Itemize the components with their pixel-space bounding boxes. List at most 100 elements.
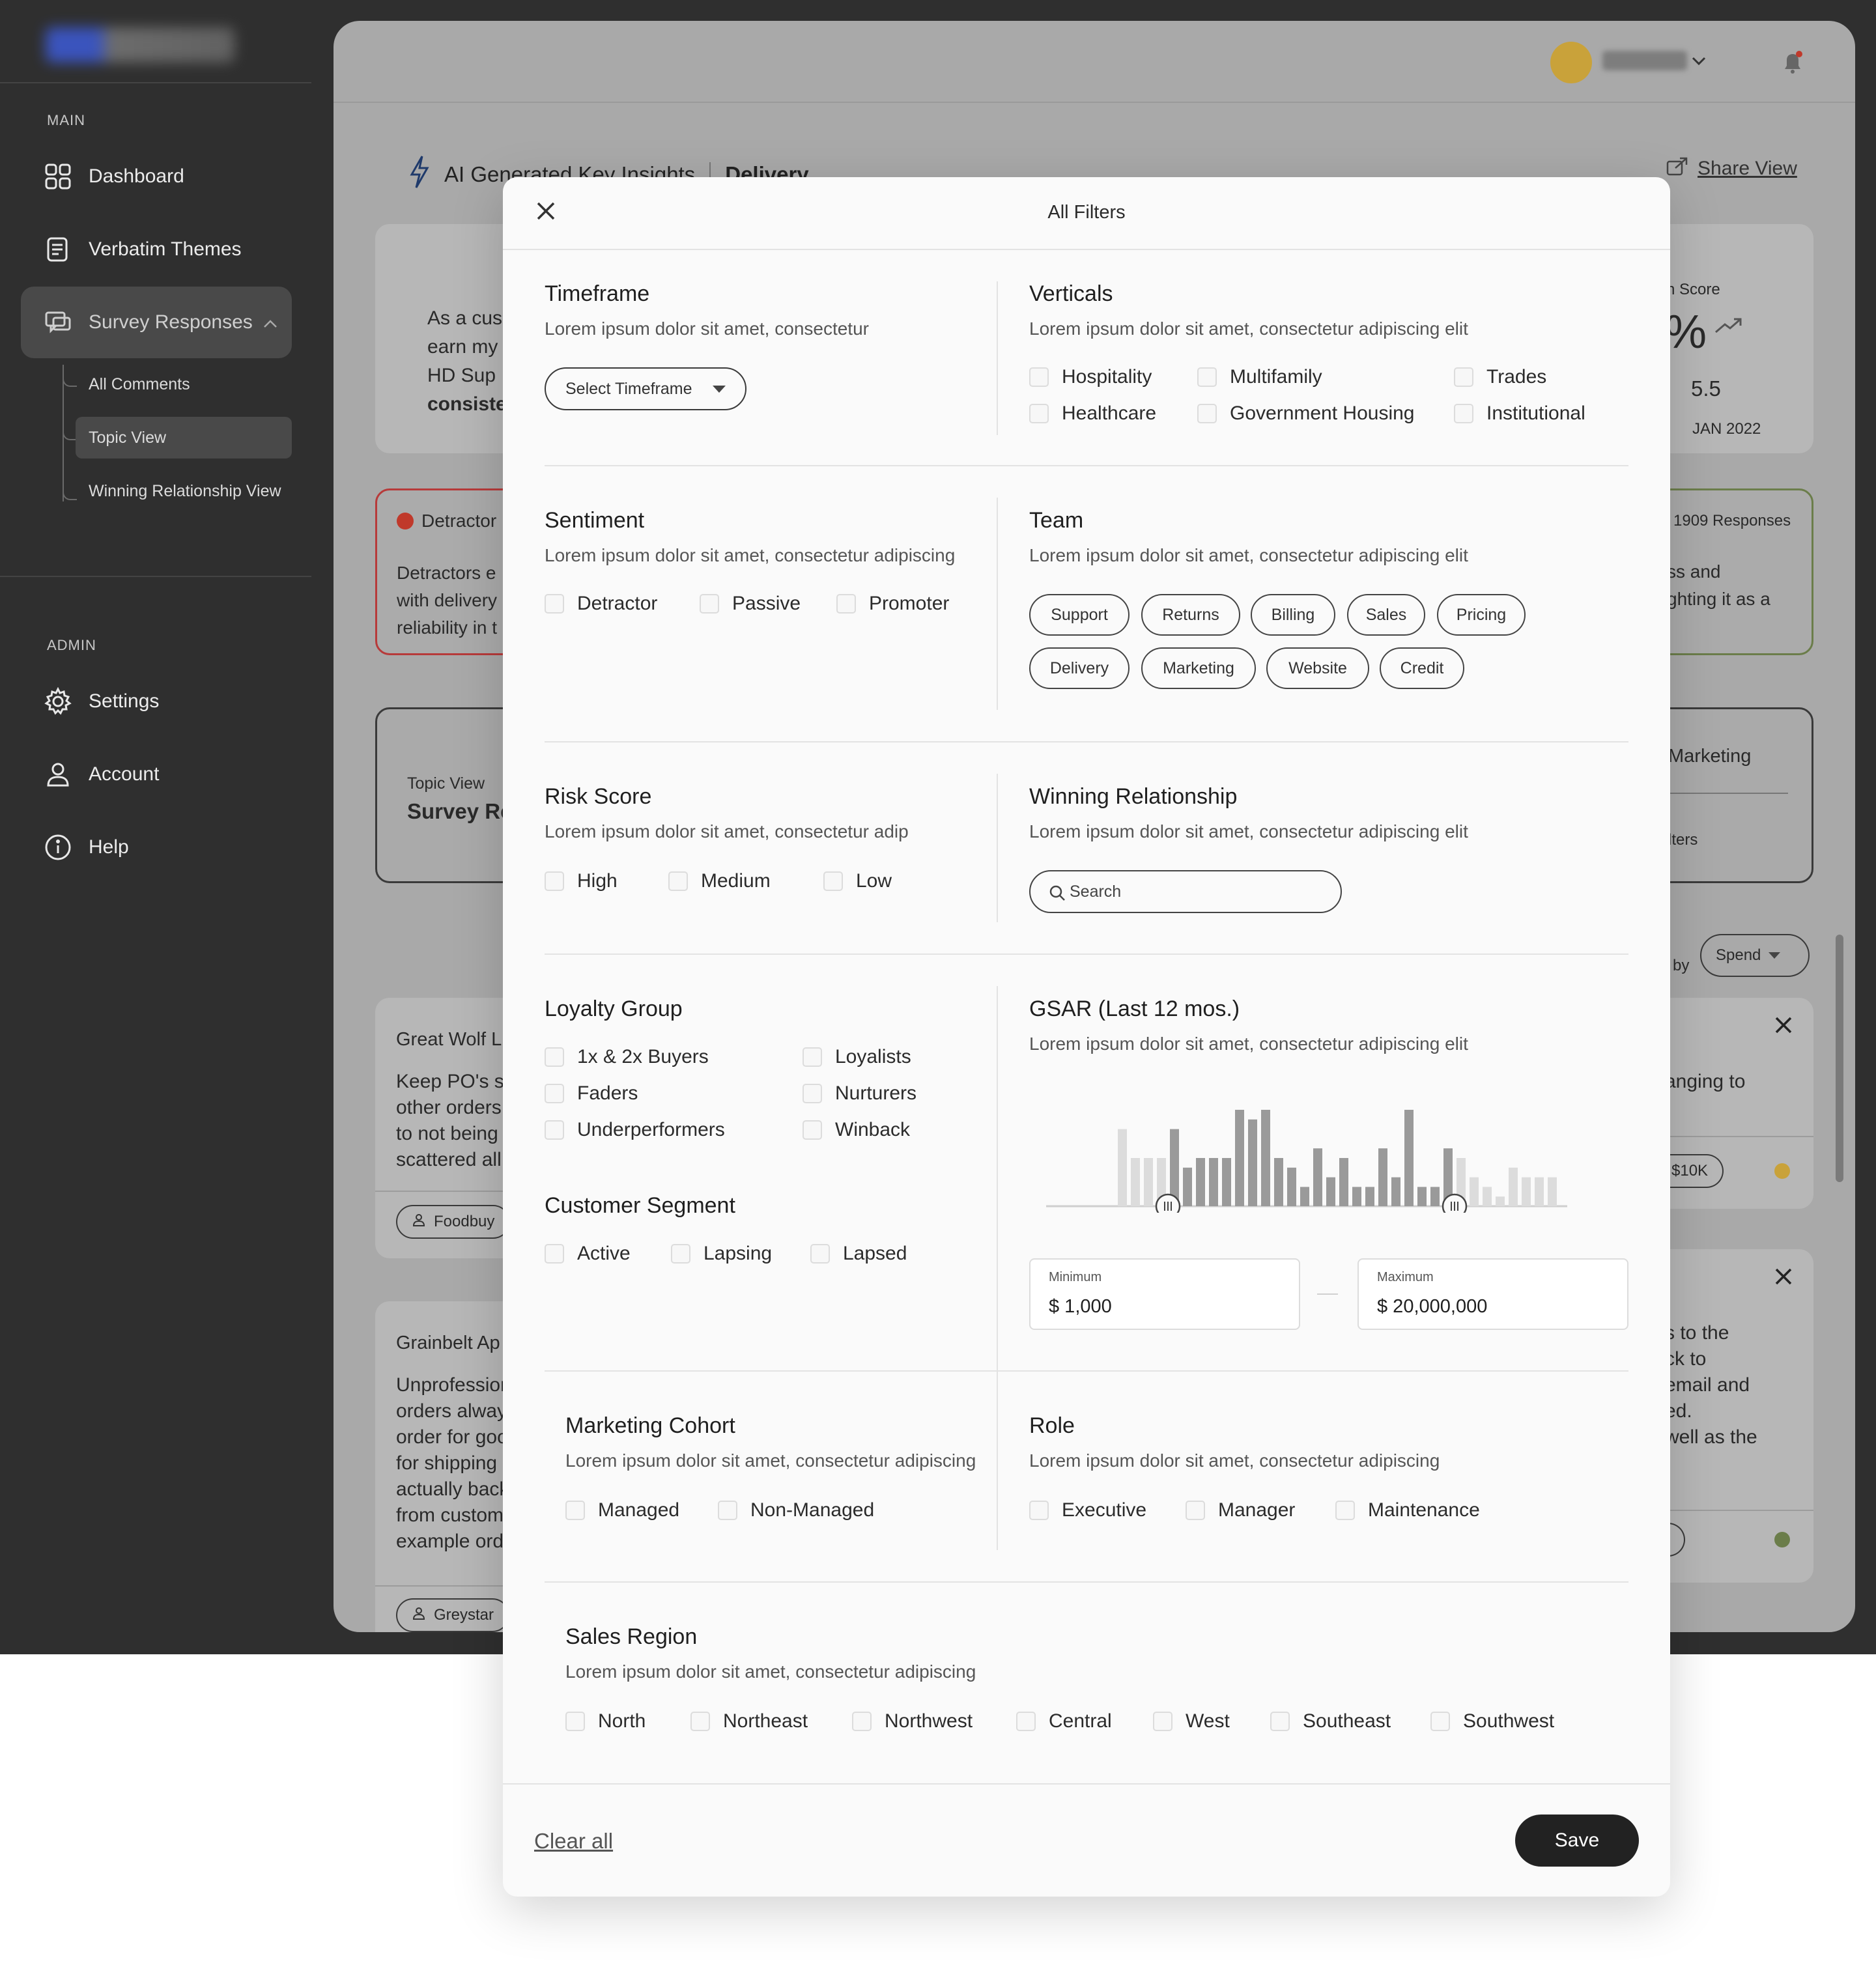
subnav-winning-relationship-view[interactable]: Winning Relationship View: [76, 470, 292, 512]
checkbox-northeast[interactable]: Northeast: [690, 1710, 808, 1732]
checkbox-loyalists[interactable]: Loyalists: [803, 1046, 911, 1068]
checkbox-executive[interactable]: Executive: [1029, 1499, 1146, 1521]
checkbox-passive[interactable]: Passive: [700, 593, 801, 615]
checkbox-box[interactable]: [671, 1244, 690, 1264]
bell-icon[interactable]: [1781, 49, 1804, 79]
checkbox-southeast[interactable]: Southeast: [1270, 1710, 1391, 1732]
checkbox-box[interactable]: [852, 1712, 872, 1731]
nav-item-help[interactable]: Help: [21, 812, 292, 883]
checkbox-box[interactable]: [545, 1047, 564, 1067]
checkbox-maintenance[interactable]: Maintenance: [1335, 1499, 1480, 1521]
checkbox-box[interactable]: [565, 1712, 585, 1731]
team-tag-website[interactable]: Website: [1266, 647, 1369, 689]
chevron-down-icon[interactable]: [1691, 56, 1707, 70]
team-tag-credit[interactable]: Credit: [1380, 647, 1464, 689]
close-icon[interactable]: [1774, 1267, 1793, 1289]
checkbox-box[interactable]: [545, 1120, 564, 1140]
checkbox-box[interactable]: [1029, 1501, 1049, 1520]
team-tag-sales[interactable]: Sales: [1347, 594, 1425, 636]
checkbox-box[interactable]: [668, 871, 688, 891]
checkbox-northwest[interactable]: Northwest: [852, 1710, 973, 1732]
checkbox-1x-2x-buyers[interactable]: 1x & 2x Buyers: [545, 1046, 709, 1068]
subnav-topic-view[interactable]: Topic View: [76, 417, 292, 459]
customer-tag[interactable]: Greystar: [396, 1598, 510, 1632]
checkbox-box[interactable]: [545, 1084, 564, 1103]
checkbox-box[interactable]: [718, 1501, 737, 1520]
checkbox-healthcare[interactable]: Healthcare: [1029, 402, 1156, 425]
checkbox-high[interactable]: High: [545, 870, 618, 892]
checkbox-box[interactable]: [1454, 404, 1473, 423]
checkbox-box[interactable]: [1197, 404, 1217, 423]
checkbox-box[interactable]: [545, 594, 564, 614]
team-tag-delivery[interactable]: Delivery: [1029, 647, 1130, 689]
checkbox-faders[interactable]: Faders: [545, 1082, 638, 1105]
clear-all-link[interactable]: Clear all: [534, 1829, 613, 1854]
checkbox-promoter[interactable]: Promoter: [836, 593, 949, 615]
save-button[interactable]: Save: [1515, 1815, 1639, 1867]
gsar-histogram[interactable]: [1046, 1109, 1567, 1213]
checkbox-government-housing[interactable]: Government Housing: [1197, 402, 1414, 425]
checkbox-box[interactable]: [836, 594, 856, 614]
checkbox-underperformers[interactable]: Underperformers: [545, 1119, 725, 1141]
gsar-maximum-field[interactable]: Maximum $ 20,000,000: [1357, 1258, 1628, 1330]
checkbox-box[interactable]: [810, 1244, 830, 1264]
checkbox-box[interactable]: [565, 1501, 585, 1520]
checkbox-institutional[interactable]: Institutional: [1454, 402, 1585, 425]
checkbox-box[interactable]: [1270, 1712, 1290, 1731]
checkbox-trades[interactable]: Trades: [1454, 366, 1546, 388]
account-avatar[interactable]: [1550, 42, 1592, 83]
nav-item-account[interactable]: Account: [21, 739, 292, 810]
checkbox-box[interactable]: [803, 1120, 822, 1140]
nav-item-settings[interactable]: Settings: [21, 666, 292, 737]
checkbox-box[interactable]: [1029, 367, 1049, 387]
customer-tag[interactable]: Foodbuy: [396, 1205, 511, 1239]
winning-relationship-search[interactable]: Search: [1029, 870, 1342, 913]
checkbox-box[interactable]: [690, 1712, 710, 1731]
gsar-minimum-field[interactable]: Minimum $ 1,000: [1029, 1258, 1300, 1330]
checkbox-lapsing[interactable]: Lapsing: [671, 1243, 772, 1265]
team-tag-pricing[interactable]: Pricing: [1437, 594, 1526, 636]
checkbox-box[interactable]: [1430, 1712, 1450, 1731]
scrollbar[interactable]: [1836, 935, 1843, 1182]
close-icon[interactable]: [1774, 1016, 1793, 1038]
checkbox-multifamily[interactable]: Multifamily: [1197, 366, 1322, 388]
share-view-link[interactable]: Share View: [1666, 156, 1797, 181]
checkbox-box[interactable]: [1197, 367, 1217, 387]
checkbox-medium[interactable]: Medium: [668, 870, 771, 892]
checkbox-winback[interactable]: Winback: [803, 1119, 910, 1141]
checkbox-north[interactable]: North: [565, 1710, 646, 1732]
checkbox-box[interactable]: [1153, 1712, 1172, 1731]
team-tag-marketing[interactable]: Marketing: [1141, 647, 1256, 689]
checkbox-box[interactable]: [545, 1244, 564, 1264]
team-tag-returns[interactable]: Returns: [1141, 594, 1240, 636]
checkbox-hospitality[interactable]: Hospitality: [1029, 366, 1152, 388]
timeframe-select[interactable]: Select Timeframe: [545, 367, 746, 410]
checkbox-box[interactable]: [803, 1047, 822, 1067]
nav-item-dashboard[interactable]: Dashboard: [21, 141, 292, 212]
checkbox-manager[interactable]: Manager: [1186, 1499, 1295, 1521]
nav-item-survey-responses[interactable]: Survey Responses: [21, 287, 292, 358]
checkbox-southwest[interactable]: Southwest: [1430, 1710, 1554, 1732]
checkbox-box[interactable]: [803, 1084, 822, 1103]
team-tag-billing[interactable]: Billing: [1251, 594, 1335, 636]
subnav-all-comments[interactable]: All Comments: [76, 363, 292, 405]
checkbox-west[interactable]: West: [1153, 1710, 1230, 1732]
checkbox-low[interactable]: Low: [823, 870, 892, 892]
sort-select[interactable]: Spend: [1700, 934, 1810, 977]
checkbox-active[interactable]: Active: [545, 1243, 631, 1265]
checkbox-box[interactable]: [700, 594, 719, 614]
checkbox-box[interactable]: [1335, 1501, 1355, 1520]
checkbox-box[interactable]: [1029, 404, 1049, 423]
checkbox-box[interactable]: [545, 871, 564, 891]
checkbox-lapsed[interactable]: Lapsed: [810, 1243, 907, 1265]
team-tag-support[interactable]: Support: [1029, 594, 1130, 636]
checkbox-box[interactable]: [1454, 367, 1473, 387]
checkbox-non-managed[interactable]: Non-Managed: [718, 1499, 874, 1521]
checkbox-managed[interactable]: Managed: [565, 1499, 679, 1521]
checkbox-central[interactable]: Central: [1016, 1710, 1112, 1732]
nav-item-verbatim-themes[interactable]: Verbatim Themes: [21, 214, 292, 285]
checkbox-nurturers[interactable]: Nurturers: [803, 1082, 917, 1105]
checkbox-box[interactable]: [823, 871, 843, 891]
checkbox-box[interactable]: [1016, 1712, 1036, 1731]
checkbox-detractor[interactable]: Detractor: [545, 593, 657, 615]
